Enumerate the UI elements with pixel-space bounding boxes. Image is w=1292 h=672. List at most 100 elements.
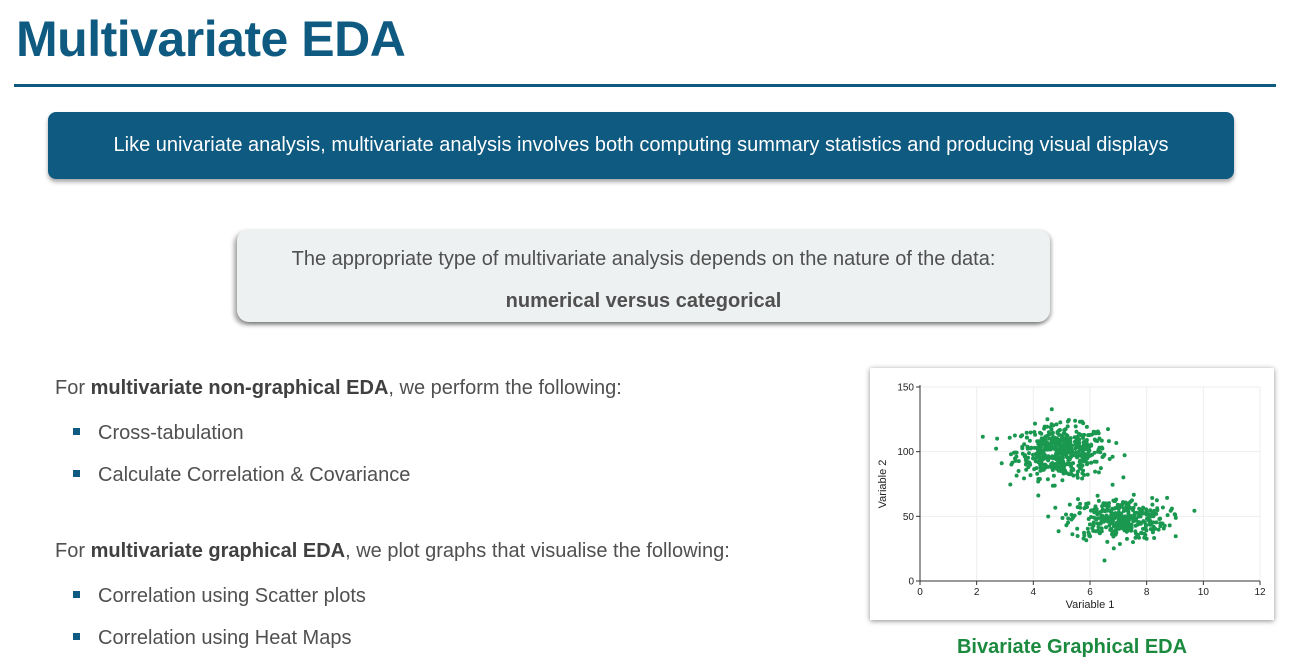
scatter-point xyxy=(1112,506,1117,511)
scatter-point xyxy=(1067,502,1072,507)
x-axis-label: Variable 1 xyxy=(1066,599,1115,611)
scatter-point xyxy=(1066,462,1071,467)
scatter-point xyxy=(980,434,985,439)
y-tick-label: 0 xyxy=(908,577,914,588)
scatter-point xyxy=(1148,518,1153,523)
scatter-point xyxy=(1122,506,1127,511)
scatter-point xyxy=(1089,432,1094,437)
scatter-point xyxy=(1124,525,1129,530)
scatter-point xyxy=(1009,452,1013,457)
intro-suffix: , we plot graphs that visualise the foll… xyxy=(345,540,730,562)
scatter-point xyxy=(1076,497,1080,502)
scatter-point xyxy=(1045,477,1050,482)
scatter-point xyxy=(1020,444,1025,449)
scatter-point xyxy=(1151,528,1155,533)
scatter-point xyxy=(1139,511,1143,516)
scatter-point xyxy=(1147,514,1152,519)
scatter-point xyxy=(1165,513,1170,518)
scatter-point xyxy=(1154,511,1159,516)
scatter-point xyxy=(1062,436,1067,441)
scatter-point xyxy=(1066,418,1071,422)
scatter-point xyxy=(1158,516,1163,521)
scatter-point xyxy=(1095,521,1100,526)
scatter-point xyxy=(1083,458,1088,463)
scatter-point xyxy=(1045,433,1050,438)
scatter-point xyxy=(1027,451,1031,456)
scatter-point xyxy=(1060,458,1065,462)
scatter-point xyxy=(1098,466,1103,471)
scatter-point xyxy=(1100,446,1105,451)
scatter-point xyxy=(1148,508,1153,513)
list-item-text: Cross-tabulation xyxy=(98,422,244,444)
scatter-point xyxy=(1096,498,1101,503)
scatter-point xyxy=(1029,445,1034,450)
scatter-point xyxy=(1052,436,1057,441)
scatter-point xyxy=(1060,478,1065,483)
scatter-point xyxy=(1085,472,1090,477)
scatter-point xyxy=(1086,433,1091,438)
scatter-point xyxy=(1051,473,1056,478)
scatter-point xyxy=(1144,509,1149,514)
scatter-point xyxy=(1078,505,1083,510)
scatter-point xyxy=(1150,502,1155,507)
scatter-point xyxy=(1086,517,1091,521)
scatter-point xyxy=(1136,514,1141,519)
scatter-point xyxy=(1100,504,1105,509)
scatter-point xyxy=(1060,443,1065,448)
scatter-point xyxy=(1082,473,1087,477)
data-type-callout: The appropriate type of multivariate ana… xyxy=(237,229,1050,322)
scatter-point xyxy=(1042,426,1047,431)
list-item-text: Correlation using Scatter plots xyxy=(98,585,366,607)
scatter-point xyxy=(1082,506,1087,511)
callout-text: The appropriate type of multivariate ana… xyxy=(291,248,996,270)
scatter-point xyxy=(1095,512,1100,517)
scatter-point xyxy=(1096,470,1101,475)
scatter-point xyxy=(1091,523,1096,528)
scatter-point xyxy=(1038,452,1043,456)
scatter-point xyxy=(1144,528,1149,533)
scatter-point xyxy=(1075,534,1080,538)
scatter-point xyxy=(1169,506,1174,511)
scatter-point xyxy=(1033,432,1038,437)
scatter-point xyxy=(1056,443,1061,447)
scatter-point xyxy=(1101,454,1106,458)
scatter-point xyxy=(1150,496,1155,500)
scatter-point xyxy=(1056,465,1061,470)
scatter-point xyxy=(1033,421,1037,426)
scatter-point xyxy=(1152,536,1157,540)
scatter-point xyxy=(1064,512,1068,517)
scatter-point xyxy=(1043,447,1048,452)
scatter-point xyxy=(1014,454,1019,459)
chart-grid xyxy=(919,386,1261,582)
scatter-point xyxy=(1097,530,1102,535)
bullet-square-icon xyxy=(73,470,80,478)
scatter-point xyxy=(1122,453,1127,458)
scatter-point xyxy=(1071,461,1076,466)
scatter-point xyxy=(1192,508,1197,513)
scatter-plot-svg: 0 2 4 6 8 10 12 0 50 100 150 Variable 1 Variable 2 xyxy=(877,383,1266,612)
scatter-point xyxy=(1102,558,1107,563)
scatter-point xyxy=(1023,462,1028,467)
scatter-point xyxy=(1064,441,1069,445)
scatter-point xyxy=(1101,518,1106,522)
x-tick-label: 4 xyxy=(1031,587,1037,598)
scatter-point xyxy=(1073,424,1078,429)
chart-points xyxy=(980,407,1197,563)
scatter-point xyxy=(1062,431,1067,436)
scatter-point xyxy=(1117,542,1122,546)
scatter-point xyxy=(1081,433,1086,438)
scatter-point xyxy=(1131,540,1135,545)
scatter-point xyxy=(1115,512,1120,517)
scatter-point xyxy=(1110,482,1115,487)
scatter-point xyxy=(1129,525,1134,530)
scatter-point xyxy=(1042,439,1047,444)
list-item: Correlation using Scatter plots xyxy=(73,585,366,608)
scatter-point xyxy=(1069,468,1074,473)
scatter-point xyxy=(1109,513,1114,518)
scatter-point xyxy=(1142,535,1147,540)
page-title: Multivariate EDA xyxy=(16,11,406,67)
scatter-point xyxy=(1069,472,1074,477)
scatter-point xyxy=(1056,428,1061,433)
scatter-point xyxy=(1073,440,1078,445)
scatter-point xyxy=(1050,468,1055,472)
